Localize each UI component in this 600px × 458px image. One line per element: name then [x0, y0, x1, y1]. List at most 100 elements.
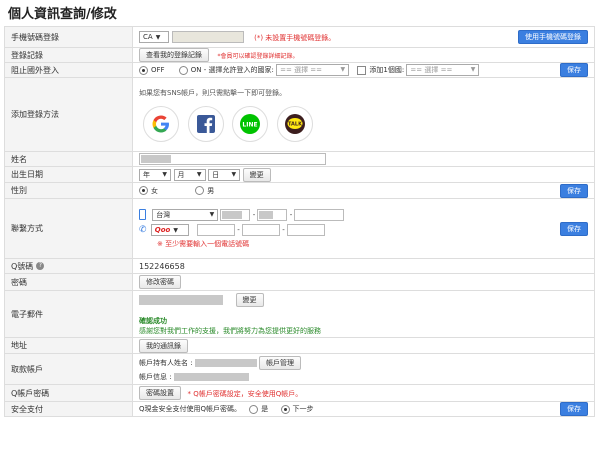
- chevron-down-icon: ▼: [209, 210, 215, 218]
- label-qaccount-password: Q帳戶密碼: [4, 384, 133, 402]
- change-password-button[interactable]: 修改密碼: [139, 275, 181, 289]
- facebook-login-button[interactable]: [187, 105, 224, 142]
- dash: -: [237, 225, 240, 234]
- secure-next-radio[interactable]: [280, 404, 290, 414]
- email-confirmed: 確認成功: [139, 316, 167, 325]
- label-name: 姓名: [4, 151, 133, 167]
- change-email-button[interactable]: 變更: [235, 292, 264, 307]
- account-holder-redacted: [194, 359, 257, 367]
- secure-yes-label: 是: [261, 405, 269, 413]
- add-country-select[interactable]: == 選擇 == ▼: [406, 64, 480, 76]
- mobile-login-warning: (*) 未設置手機號碼登錄。: [254, 33, 336, 42]
- info-icon[interactable]: ?: [36, 262, 45, 270]
- change-birthday-button[interactable]: 變更: [242, 167, 271, 182]
- name-redacted: [141, 155, 171, 163]
- label-mobile-login: 手機號碼登錄: [4, 26, 133, 48]
- view-login-record-button[interactable]: 查看我的登錄記錄: [139, 48, 209, 62]
- profile-form: 手機號碼登錄 CA ▼ (*) 未設置手機號碼登錄。 使用手機號碼登錄 登錄記錄 …: [4, 26, 595, 417]
- label-bank-account: 取款帳戶: [4, 353, 133, 385]
- country-code-select[interactable]: CA ▼: [139, 31, 169, 43]
- chevron-down-icon: ▼: [196, 170, 202, 178]
- label-q-number: Q號碼: [11, 261, 34, 271]
- page-title: 個人資訊查詢/修改: [8, 7, 117, 22]
- save-gender-button[interactable]: 保存: [560, 183, 588, 198]
- phone-part3-input[interactable]: [287, 223, 326, 236]
- label-login-record: 登錄記錄: [4, 47, 133, 63]
- name-input[interactable]: [139, 153, 326, 165]
- use-mobile-login-button[interactable]: 使用手機號碼登錄: [518, 30, 588, 44]
- qaccount-password-note: * Q帳戶密碼設定，安全使用Q帳戶。: [187, 389, 303, 398]
- label-birthday: 出生日期: [4, 166, 133, 183]
- birth-month-select[interactable]: 月 ▼: [173, 168, 206, 181]
- gender-female-radio[interactable]: [139, 186, 148, 195]
- label-email: 電子郵件: [4, 290, 133, 338]
- label-address: 地址: [4, 337, 133, 354]
- label-gender: 性別: [4, 182, 133, 199]
- my-address-button[interactable]: 我的通訊錄: [139, 338, 188, 353]
- google-login-button[interactable]: [143, 105, 179, 142]
- save-secure-payment-button[interactable]: 保存: [560, 402, 588, 416]
- qoo-phone-select[interactable]: Qoo ▼: [150, 223, 189, 236]
- add-country-checkbox[interactable]: [357, 65, 367, 75]
- login-record-note: *會員可以確認登錄詳細記錄。: [217, 52, 299, 60]
- add-country-label: 添加1個國:: [369, 66, 405, 74]
- dash: -: [282, 225, 285, 234]
- birth-day-select[interactable]: 日 ▼: [208, 168, 241, 181]
- set-password-button[interactable]: 密碼設置: [139, 386, 181, 400]
- save-contact-button[interactable]: 保存: [560, 221, 588, 236]
- chevron-down-icon: ▼: [231, 170, 237, 178]
- block-off-radio[interactable]: [139, 65, 148, 75]
- label-add-login: 添加登錄方法: [4, 77, 133, 152]
- contact-note: ※ 至少需要輸入一個電話號碼: [157, 239, 250, 248]
- block-on-label: ON - 選擇允許登入的國家:: [190, 66, 274, 74]
- label-password: 密碼: [4, 273, 133, 291]
- mobile-part2-input[interactable]: [257, 208, 288, 221]
- chevron-down-icon: ▼: [162, 170, 167, 178]
- phone-part1-input[interactable]: [197, 223, 236, 236]
- mobile-part1-redacted: [222, 210, 243, 219]
- mobile-part1-input[interactable]: [220, 208, 251, 221]
- account-info-redacted: [173, 373, 249, 381]
- email-redacted: [139, 294, 223, 305]
- svg-text:LINE: LINE: [243, 121, 258, 128]
- gender-male-label: 男: [207, 186, 215, 195]
- secure-next-label: 下一步: [292, 405, 314, 413]
- dash: -: [252, 210, 256, 219]
- chevron-down-icon: ▼: [340, 66, 346, 73]
- secure-yes-radio[interactable]: [249, 404, 259, 414]
- line-icon: LINE: [240, 113, 261, 134]
- block-on-radio[interactable]: [178, 65, 188, 75]
- line-login-button[interactable]: LINE: [232, 105, 269, 142]
- mobile-part3-input[interactable]: [294, 208, 345, 221]
- kakaotalk-login-button[interactable]: TALK: [276, 105, 313, 142]
- q-number-value: 152246658: [132, 258, 595, 274]
- chevron-down-icon: ▼: [173, 226, 178, 234]
- secure-payment-text: Q現金安全支付使用Q帳戶密碼。: [139, 405, 242, 413]
- account-holder-label: 帳戶持有人姓名 :: [139, 359, 193, 367]
- phone-icon: ✆: [139, 224, 147, 235]
- phone-part2-input[interactable]: [242, 223, 281, 236]
- save-block-button[interactable]: 保存: [560, 63, 588, 77]
- birth-year-select[interactable]: 年 ▼: [139, 168, 171, 181]
- mobile-phone-icon: [139, 209, 146, 220]
- gender-female-label: 女: [151, 186, 158, 195]
- dash: -: [289, 210, 293, 219]
- allowed-country-select[interactable]: == 選擇 == ▼: [276, 64, 350, 76]
- kakaotalk-icon: TALK: [284, 113, 305, 134]
- mobile-number-input[interactable]: [171, 31, 244, 43]
- label-contact: 聯繫方式: [4, 198, 133, 259]
- account-manage-button[interactable]: 帳戶管理: [259, 356, 302, 370]
- account-info-label: 帳戶信息 :: [139, 373, 172, 381]
- label-secure-payment: 安全支付: [4, 401, 133, 417]
- mobile-part2-redacted: [259, 210, 274, 219]
- chevron-down-icon: ▼: [470, 66, 476, 73]
- label-block-foreign: 阻止國外登入: [4, 62, 133, 78]
- sns-hint: 如果您有SNS帳戶，則只需點擊一下即可登錄。: [139, 88, 287, 97]
- block-off-label: OFF: [151, 66, 165, 74]
- email-thanks: 感謝您對我們工作的支援，我們將努力為您提供更好的服務: [139, 326, 321, 335]
- phone-country-select[interactable]: 台灣 ▼: [152, 208, 219, 221]
- svg-text:TALK: TALK: [288, 121, 303, 127]
- google-icon: [152, 115, 169, 132]
- gender-male-radio[interactable]: [195, 186, 205, 195]
- facebook-icon: [196, 114, 215, 133]
